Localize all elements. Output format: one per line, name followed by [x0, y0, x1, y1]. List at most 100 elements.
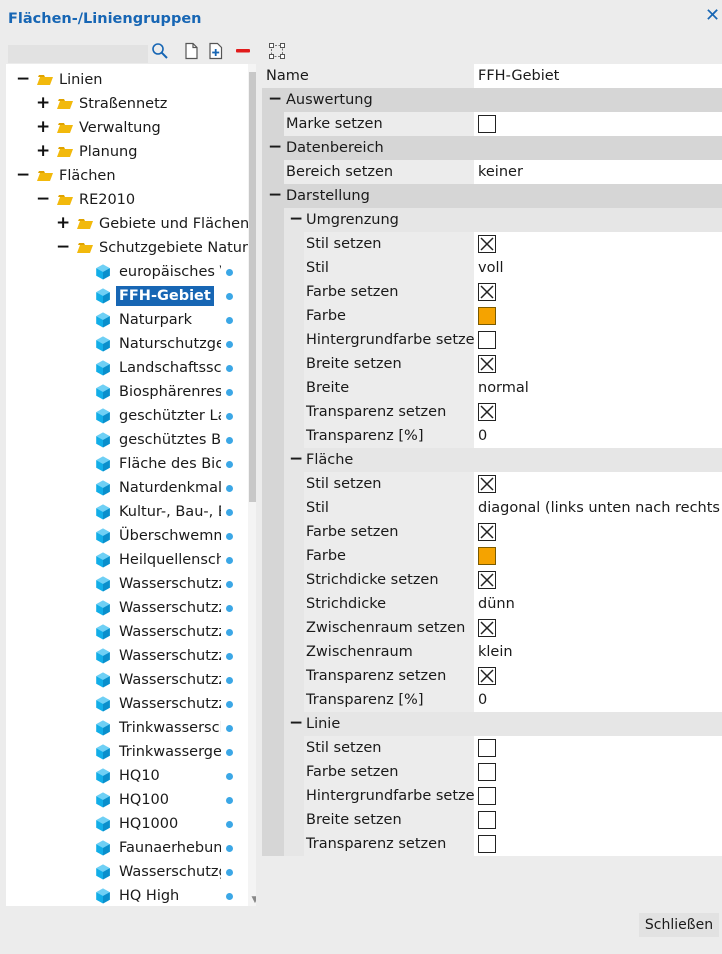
collapse-icon[interactable]: −: [289, 712, 303, 736]
tree-item[interactable]: Landschaftsschu: [6, 356, 242, 380]
tree-item[interactable]: HQ100: [6, 788, 242, 812]
tree-item[interactable]: + Straßennetz: [6, 92, 242, 116]
tree-item[interactable]: Wasserschutzzc: [6, 692, 242, 716]
collapse-icon[interactable]: −: [289, 208, 303, 232]
tree-item[interactable]: Trinkwassergew: [6, 740, 242, 764]
status-dot-icon: [226, 413, 233, 420]
property-category[interactable]: − Darstellung: [262, 184, 722, 208]
tree-item[interactable]: geschützter Lar: [6, 404, 242, 428]
checkbox[interactable]: [478, 619, 496, 637]
property-value[interactable]: voll: [474, 256, 722, 280]
tree-item[interactable]: Naturschutzgeb: [6, 332, 242, 356]
tree-item[interactable]: Überschwemmu: [6, 524, 242, 548]
tree-item[interactable]: Wasserschutzzc: [6, 572, 242, 596]
tree-item[interactable]: Naturdenkmal: [6, 476, 242, 500]
checkbox[interactable]: [478, 331, 496, 349]
property-label: Breite setzen: [306, 356, 402, 372]
search-icon[interactable]: [151, 42, 169, 60]
property-value[interactable]: FFH-Gebiet: [474, 64, 722, 88]
property-category[interactable]: − Datenbereich: [262, 136, 722, 160]
checkbox[interactable]: [478, 403, 496, 421]
property-value[interactable]: keiner: [474, 160, 722, 184]
property-value[interactable]: diagonal (links unten nach rechts oben): [474, 496, 722, 520]
tree-item[interactable]: europäisches Ve: [6, 260, 242, 284]
collapse-icon[interactable]: −: [16, 164, 30, 188]
collapse-icon[interactable]: −: [56, 236, 70, 260]
collapse-icon[interactable]: −: [36, 188, 50, 212]
scroll-down-arrow-icon[interactable]: ▼: [250, 896, 256, 905]
collapse-icon[interactable]: −: [268, 136, 282, 160]
tree-item[interactable]: Wasserschutzzc: [6, 596, 242, 620]
layer-group-icon: [95, 672, 111, 688]
checkbox[interactable]: [478, 811, 496, 829]
tree-item[interactable]: Kultur-, Bau-, Bo: [6, 500, 242, 524]
property-subcategory[interactable]: − Fläche: [262, 448, 722, 472]
tree-item[interactable]: Heilquellenschu: [6, 548, 242, 572]
checkbox[interactable]: [478, 763, 496, 781]
tree-scrollbar[interactable]: ▼: [248, 64, 256, 906]
add-icon[interactable]: [207, 42, 225, 60]
property-category[interactable]: − Auswertung: [262, 88, 722, 112]
checkbox[interactable]: [478, 787, 496, 805]
tree-filter-field[interactable]: [8, 45, 148, 63]
checkbox[interactable]: [478, 355, 496, 373]
tree-item[interactable]: HQ10: [6, 764, 242, 788]
checkbox[interactable]: [478, 571, 496, 589]
tree-item[interactable]: Fläche des Biot: [6, 452, 242, 476]
property-value: [474, 832, 722, 856]
color-swatch[interactable]: [478, 307, 496, 325]
tree-item[interactable]: Faunaerhebung: [6, 836, 242, 860]
select-frame-icon[interactable]: [268, 42, 286, 60]
tree-item[interactable]: Wasserschutzzc: [6, 620, 242, 644]
tree-item[interactable]: − Flächen: [6, 164, 242, 188]
checkbox[interactable]: [478, 523, 496, 541]
checkbox[interactable]: [478, 283, 496, 301]
remove-icon[interactable]: [234, 42, 252, 60]
property-value[interactable]: normal: [474, 376, 722, 400]
expand-icon[interactable]: +: [36, 140, 50, 164]
tree-item[interactable]: − RE2010: [6, 188, 242, 212]
checkbox[interactable]: [478, 235, 496, 253]
tree-item[interactable]: − Linien: [6, 68, 242, 92]
tree-item[interactable]: + Gebiete und Flächen: [6, 212, 249, 236]
tree-item[interactable]: geschütztes Bio: [6, 428, 242, 452]
property-label: Transparenz setzen: [306, 404, 447, 420]
tree-item[interactable]: − Schutzgebiete Natur,: [6, 236, 253, 260]
property-subcategory[interactable]: − Linie: [262, 712, 722, 736]
property-value[interactable]: klein: [474, 640, 722, 664]
tree-item[interactable]: Naturpark: [6, 308, 242, 332]
expand-icon[interactable]: +: [36, 92, 50, 116]
tree-item[interactable]: + Planung: [6, 140, 242, 164]
collapse-icon[interactable]: −: [268, 184, 282, 208]
collapse-icon[interactable]: −: [289, 448, 303, 472]
expand-icon[interactable]: +: [36, 116, 50, 140]
tree-item[interactable]: Biosphärenrese: [6, 380, 242, 404]
property-subcategory[interactable]: − Umgrenzung: [262, 208, 722, 232]
collapse-icon[interactable]: −: [16, 68, 30, 92]
property-value[interactable]: 0: [474, 688, 722, 712]
tree-item[interactable]: Wasserschutzzc: [6, 644, 242, 668]
tree-item[interactable]: HQ1000: [6, 812, 242, 836]
checkbox[interactable]: [478, 835, 496, 853]
tree-item[interactable]: FFH-Gebiet: [6, 284, 242, 308]
property-value[interactable]: 0: [474, 424, 722, 448]
group-tree[interactable]: − Linien + Straßennetz + Verwaltung + Planung − F…: [6, 64, 256, 906]
property-value[interactable]: dünn: [474, 592, 722, 616]
checkbox[interactable]: [478, 667, 496, 685]
new-document-icon[interactable]: [182, 42, 200, 60]
checkbox[interactable]: [478, 115, 496, 133]
tree-item[interactable]: Wasserschutzge: [6, 860, 242, 884]
expand-icon[interactable]: +: [56, 212, 70, 236]
close-icon[interactable]: ✕: [705, 7, 720, 25]
tree-item[interactable]: HQ High: [6, 884, 242, 906]
tree-item[interactable]: Wasserschutzzc: [6, 668, 242, 692]
checkbox[interactable]: [478, 475, 496, 493]
tree-item[interactable]: + Verwaltung: [6, 116, 242, 140]
tree-item[interactable]: Trinkwasserschu: [6, 716, 242, 740]
tree-scrollbar-thumb[interactable]: [249, 72, 256, 502]
color-swatch[interactable]: [478, 547, 496, 565]
close-button[interactable]: Schließen: [639, 913, 719, 937]
checkbox[interactable]: [478, 739, 496, 757]
collapse-icon[interactable]: −: [268, 88, 282, 112]
status-dot-icon: [226, 557, 233, 564]
